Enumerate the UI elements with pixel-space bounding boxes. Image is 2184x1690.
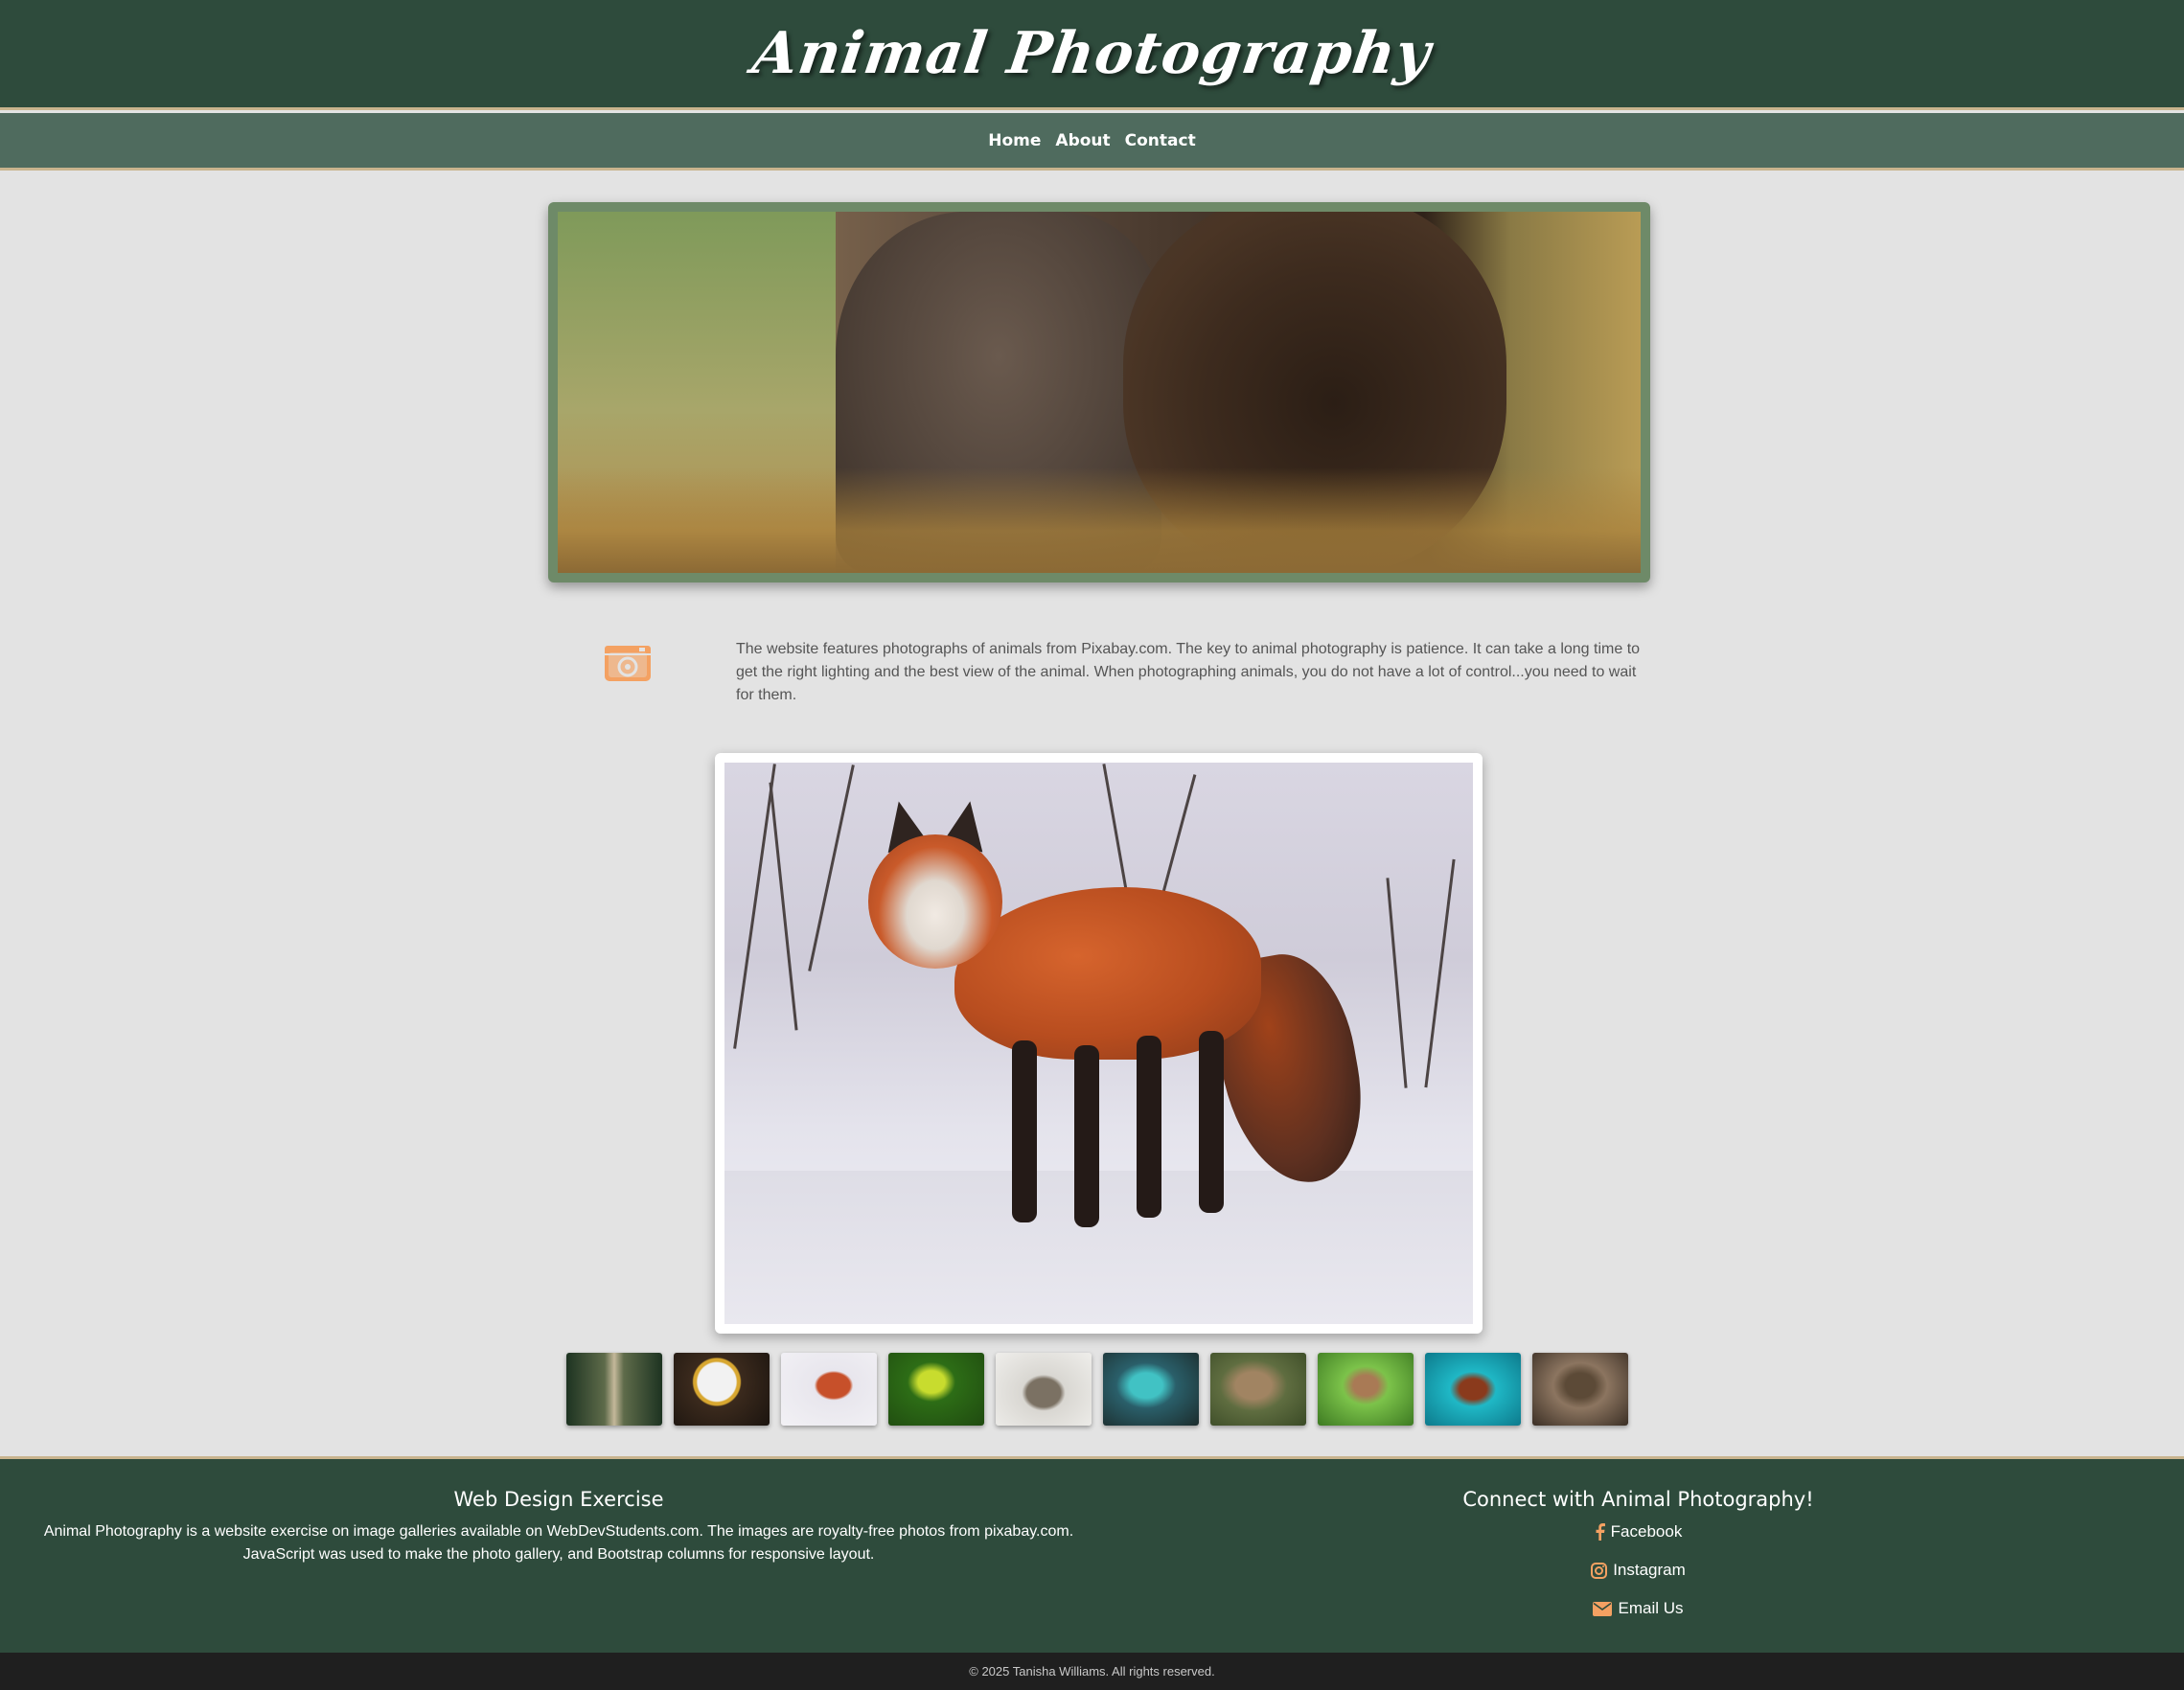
nav-contact-link[interactable]: Contact [1125, 127, 1196, 154]
footer-connect-heading: Connect with Animal Photography! [1462, 1488, 1814, 1511]
thumbnail-fox[interactable] [781, 1353, 877, 1426]
thumbnail-turtle[interactable] [1425, 1353, 1521, 1426]
hero-banner [548, 202, 1650, 582]
thumbnail-frog[interactable] [888, 1353, 984, 1426]
main-photo-frame [715, 753, 1483, 1334]
main-photo-fox [724, 763, 1473, 1324]
instagram-label: Instagram [1613, 1561, 1686, 1579]
nav-home-link[interactable]: Home [988, 127, 1041, 154]
site-header: Animal Photography [0, 0, 2184, 110]
instagram-icon [1591, 1562, 1608, 1579]
email-label: Email Us [1618, 1599, 1684, 1617]
footer-about: Web Design Exercise Animal Photography i… [24, 1488, 1093, 1566]
thumbnail-otter[interactable] [1210, 1353, 1306, 1426]
instagram-link[interactable]: Instagram [1591, 1561, 1686, 1580]
thumbnail-deer[interactable] [566, 1353, 662, 1426]
thumbnail-strip [566, 1353, 1632, 1426]
facebook-icon [1596, 1523, 1605, 1541]
thumbnail-spider[interactable] [1532, 1353, 1628, 1426]
email-link[interactable]: Email Us [1593, 1599, 1684, 1618]
camera-icon [605, 646, 651, 681]
thumbnail-lizard[interactable] [1103, 1353, 1199, 1426]
thumbnail-rabbit[interactable] [1318, 1353, 1414, 1426]
footer-connect: Connect with Animal Photography! Faceboo… [1092, 1488, 2184, 1628]
footer-about-text: Animal Photography is a website exercise… [43, 1523, 1074, 1563]
thumbnail-eagle[interactable] [674, 1353, 770, 1426]
thumbnail-hedgehog[interactable] [996, 1353, 1092, 1426]
copyright-bar: © 2025 Tanisha Williams. All rights rese… [0, 1653, 2184, 1690]
site-footer: Web Design Exercise Animal Photography i… [0, 1456, 2184, 1653]
copyright-text: © 2025 Tanisha Williams. All rights rese… [969, 1664, 1215, 1679]
facebook-link[interactable]: Facebook [1595, 1522, 1683, 1542]
site-title: Animal Photography [748, 20, 1436, 87]
nav-about-link[interactable]: About [1055, 127, 1110, 154]
hero-bison-image [558, 212, 1641, 573]
main-nav: Home About Contact [0, 113, 2184, 171]
intro-text: The website features photographs of anim… [736, 641, 1641, 703]
envelope-icon [1593, 1601, 1613, 1616]
facebook-label: Facebook [1610, 1522, 1683, 1541]
footer-about-heading: Web Design Exercise [453, 1488, 664, 1511]
